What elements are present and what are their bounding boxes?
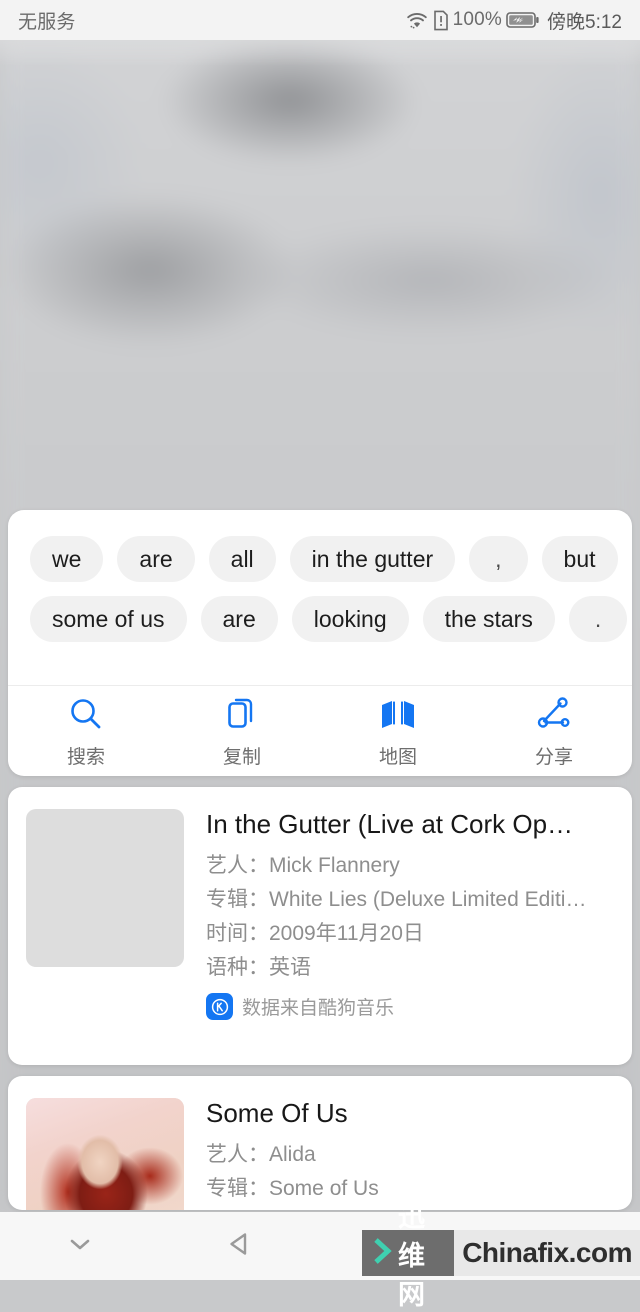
artist-label: 艺人： bbox=[206, 1143, 269, 1166]
album-art-thumbnail bbox=[26, 1098, 184, 1210]
data-source-row: 数据来自酷狗音乐 bbox=[206, 993, 614, 1020]
word-chip[interactable]: in the gutter bbox=[289, 536, 456, 582]
map-icon bbox=[378, 694, 418, 734]
share-icon bbox=[534, 694, 574, 734]
artist-label: 艺人： bbox=[206, 854, 269, 877]
chevron-down-icon bbox=[62, 1226, 98, 1267]
tool-copy[interactable]: 复制 bbox=[164, 694, 320, 769]
text-selection-panel: we are all in the gutter , but some of u… bbox=[8, 510, 632, 776]
tool-map[interactable]: 地图 bbox=[320, 694, 476, 769]
word-chip[interactable]: some of us bbox=[30, 596, 187, 642]
sim-alert-icon bbox=[433, 10, 449, 31]
tool-label: 搜索 bbox=[66, 746, 105, 768]
word-chip[interactable]: all bbox=[208, 536, 276, 582]
word-chip[interactable]: but bbox=[541, 536, 618, 582]
wifi-icon bbox=[405, 10, 429, 30]
language-value: 英语 bbox=[269, 956, 311, 979]
word-chip[interactable]: we bbox=[30, 536, 104, 582]
watermark-cn-block: 迅维网 bbox=[362, 1202, 455, 1310]
date-label: 时间： bbox=[206, 922, 269, 945]
data-source-label: 数据来自酷狗音乐 bbox=[242, 998, 395, 1019]
tool-label: 地图 bbox=[378, 746, 417, 768]
search-icon bbox=[66, 694, 106, 734]
date-value: 2009年11月20日 bbox=[269, 922, 424, 945]
artist-value: Alida bbox=[269, 1143, 316, 1166]
tool-share[interactable]: 分享 bbox=[476, 694, 632, 769]
album-row: 专辑： White Lies (Deluxe Limited Editi… bbox=[206, 883, 614, 917]
result-title: In the Gutter (Live at Cork Op… bbox=[206, 809, 574, 839]
copy-icon bbox=[222, 694, 262, 734]
carrier-label: 无服务 bbox=[18, 11, 76, 33]
result-card[interactable]: Some Of Us 艺人： Alida 专辑： Some of Us bbox=[8, 1076, 632, 1210]
artist-row: 艺人： Mick Flannery bbox=[206, 849, 614, 883]
battery-percent-label: 100% bbox=[452, 9, 503, 30]
result-details: In the Gutter (Live at Cork Op… 艺人： Mick… bbox=[206, 809, 614, 1043]
album-art-red-haired-woman bbox=[26, 1098, 184, 1210]
result-card[interactable]: In the Gutter (Live at Cork Op… 艺人： Mick… bbox=[8, 787, 632, 1065]
album-value: Some of Us bbox=[269, 1177, 379, 1200]
chip-row: we are all in the gutter , but bbox=[30, 536, 618, 582]
action-toolbar: 搜索 复制 地图 分享 bbox=[8, 686, 632, 776]
result-details: Some Of Us 艺人： Alida 专辑： Some of Us bbox=[206, 1098, 614, 1200]
back-triangle-icon bbox=[222, 1226, 258, 1267]
tool-label: 分享 bbox=[534, 746, 573, 768]
status-bar: 无服务 100% 傍晚5:12 bbox=[0, 0, 640, 40]
artist-value: Mick Flannery bbox=[269, 854, 400, 877]
tool-search[interactable]: 搜索 bbox=[8, 694, 164, 769]
album-art-man-leather-jacket bbox=[26, 809, 184, 967]
word-chip[interactable]: the stars bbox=[422, 596, 555, 642]
album-label: 专辑： bbox=[206, 888, 269, 911]
word-chip[interactable]: are bbox=[200, 596, 278, 642]
watermark-cn-text: 迅维网 bbox=[398, 1201, 425, 1310]
nav-hide-keyboard-button[interactable] bbox=[0, 1226, 160, 1267]
chip-row: some of us are looking the stars . bbox=[30, 596, 628, 642]
kugou-icon bbox=[206, 993, 233, 1020]
album-art-thumbnail bbox=[26, 809, 184, 967]
word-chip[interactable]: are bbox=[117, 536, 195, 582]
battery-icon bbox=[506, 11, 540, 29]
punctuation-chip[interactable]: , bbox=[469, 536, 528, 582]
punctuation-chip[interactable]: . bbox=[568, 596, 628, 642]
language-label: 语种： bbox=[206, 956, 269, 979]
artist-row: 艺人： Alida bbox=[206, 1138, 614, 1172]
date-row: 时间： 2009年11月20日 bbox=[206, 917, 614, 951]
word-chip-area: we are all in the gutter , but some of u… bbox=[8, 510, 632, 650]
language-row: 语种： 英语 bbox=[206, 951, 614, 985]
nav-back-button[interactable] bbox=[160, 1226, 320, 1267]
album-label: 专辑： bbox=[206, 1177, 269, 1200]
watermark-en-text: Chinafix.com bbox=[454, 1230, 640, 1276]
clock-label: 傍晚5:12 bbox=[547, 11, 622, 33]
album-value: White Lies (Deluxe Limited Editi… bbox=[269, 888, 587, 911]
result-title: Some Of Us bbox=[206, 1098, 348, 1128]
chevron-right-icon bbox=[372, 1236, 394, 1271]
tool-label: 复制 bbox=[222, 746, 261, 768]
status-bar-right-group: 100% 傍晚5:12 bbox=[405, 7, 622, 34]
watermark: 迅维网 Chinafix.com bbox=[362, 1202, 640, 1310]
word-chip[interactable]: looking bbox=[291, 596, 409, 642]
